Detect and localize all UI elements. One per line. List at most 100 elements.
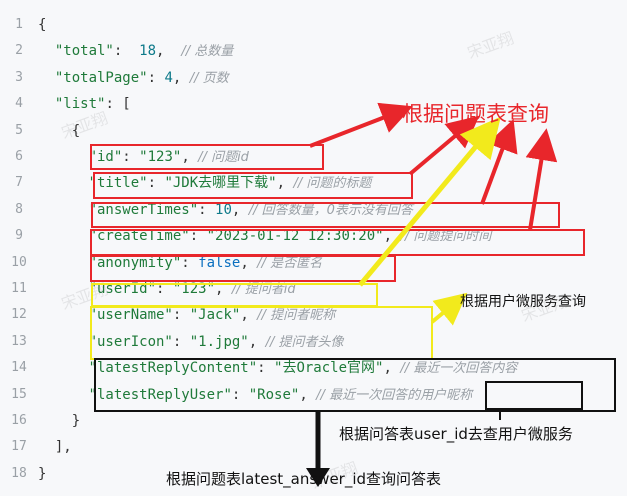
line-number: 2 xyxy=(15,43,23,59)
code-line: 9 "createTime": "2023-01-12 12:30:20", /… xyxy=(0,223,627,249)
code-token: : xyxy=(172,307,190,324)
line-number: 5 xyxy=(15,122,23,138)
code-token: // 提问者id xyxy=(231,282,296,297)
line-number: 7 xyxy=(15,175,23,191)
code-token: , xyxy=(276,175,294,192)
line-number: 15 xyxy=(11,386,27,402)
code-token: 4 xyxy=(164,69,173,86)
code-token: : xyxy=(181,254,199,271)
code-token: : xyxy=(156,281,173,297)
code-line: 13 "userIcon": "1.jpg", // 提问者头像 xyxy=(0,329,627,355)
code-token: "total" xyxy=(54,43,114,60)
red-annotation-label: 根据问题表查询 xyxy=(402,102,549,126)
code-token: , xyxy=(172,69,190,86)
code-token: : xyxy=(189,228,207,245)
code-text: "total": 18, // 总数量 xyxy=(38,38,233,65)
code-token: "Jack" xyxy=(189,307,241,324)
code-text: "answerTimes": 10, // 回答数量，0表示没有回答 xyxy=(38,197,413,224)
code-line: 8 "answerTimes": 10, // 回答数量，0表示没有回答 xyxy=(0,197,627,223)
line-number: 17 xyxy=(11,439,27,455)
code-token: // 问题提问时间 xyxy=(400,229,492,245)
code-text: ], xyxy=(38,434,72,460)
code-token: false xyxy=(198,254,241,271)
line-number: 12 xyxy=(11,307,27,323)
code-token: "userName" xyxy=(88,307,173,324)
code-token: "Rose" xyxy=(248,386,300,403)
code-token: // 总数量 xyxy=(181,44,234,60)
code-token: "JDK去哪里下载" xyxy=(164,175,277,192)
code-token: , xyxy=(240,254,258,271)
line-number: 6 xyxy=(15,149,23,164)
code-text: { xyxy=(38,12,46,38)
code-token: : xyxy=(172,333,190,350)
code-text: "anonymity": false, // 是否匿名 xyxy=(38,250,323,277)
code-token: , xyxy=(383,360,401,377)
code-token: "123" xyxy=(139,149,182,165)
code-line: 6 "id": "123", // 问题id xyxy=(0,144,627,170)
code-token: "latestReplyUser" xyxy=(88,386,232,403)
code-token: , xyxy=(299,386,317,403)
line-number: 4 xyxy=(15,96,23,112)
code-token: // 提问者头像 xyxy=(265,334,344,350)
code-token: "2023-01-12 12:30:20" xyxy=(206,228,384,245)
code-line: 2 "total": 18, // 总数量 xyxy=(0,38,627,64)
code-text: "latestReplyContent": "去Oracle官网", // 最近… xyxy=(38,355,518,382)
code-token: : [ xyxy=(105,96,131,113)
line-number: 9 xyxy=(15,228,23,244)
code-text: "totalPage": 4, // 页数 xyxy=(38,65,229,92)
code-token: // 页数 xyxy=(189,70,229,86)
code-token: // 回答数量，0表示没有回答 xyxy=(248,202,413,218)
code-line: 7 "title": "JDK去哪里下载", // 问题的标题 xyxy=(0,170,627,196)
code-token: , xyxy=(231,201,249,218)
code-token: "answerTimes" xyxy=(88,201,199,218)
code-text: "title": "JDK去哪里下载", // 问题的标题 xyxy=(38,170,372,197)
code-line: 10 "anonymity": false, // 是否匿名 xyxy=(0,250,627,276)
code-token: "createTime" xyxy=(88,228,190,245)
code-token: : xyxy=(231,386,249,403)
code-text: "id": "123", // 问题id xyxy=(38,144,249,171)
code-token: , xyxy=(215,281,232,297)
code-token: "去Oracle官网" xyxy=(274,360,384,377)
code-token: "title" xyxy=(88,175,148,192)
code-token: "1.jpg" xyxy=(189,333,249,350)
code-token: // 问题id xyxy=(198,150,249,165)
line-number: 3 xyxy=(15,69,23,85)
code-token: "totalPage" xyxy=(54,69,148,86)
code-token: , xyxy=(248,333,266,350)
code-token: "latestReplyContent" xyxy=(88,360,258,377)
line-number: 11 xyxy=(11,281,27,296)
line-number: 8 xyxy=(15,201,23,217)
black-annotation-label-2: 根据问题表latest_answer_id查询问答表 xyxy=(166,470,442,488)
code-token: , xyxy=(383,228,401,245)
line-number: 16 xyxy=(11,413,27,428)
code-token: : xyxy=(257,360,275,377)
code-text: } xyxy=(38,408,80,434)
code-token: // 最近一次回答的用户昵称 xyxy=(316,387,473,403)
code-token: // 问题的标题 xyxy=(293,176,372,192)
code-token: : xyxy=(147,69,165,86)
code-token: : xyxy=(198,201,216,218)
yellow-annotation-label: 根据用户微服务查询 xyxy=(460,294,586,310)
code-token: : xyxy=(147,175,165,192)
line-number: 13 xyxy=(11,333,27,349)
code-token: , xyxy=(181,149,199,165)
code-token: , xyxy=(156,43,182,60)
line-number: 14 xyxy=(11,360,27,376)
code-text: } xyxy=(38,461,46,487)
code-token: } xyxy=(38,465,47,482)
code-token: ], xyxy=(38,439,72,456)
code-token: : xyxy=(122,149,140,165)
code-text: "createTime": "2023-01-12 12:30:20", // … xyxy=(38,223,492,250)
code-line: 3 "totalPage": 4, // 页数 xyxy=(0,65,627,91)
code-token: // 提问者昵称 xyxy=(257,308,336,324)
